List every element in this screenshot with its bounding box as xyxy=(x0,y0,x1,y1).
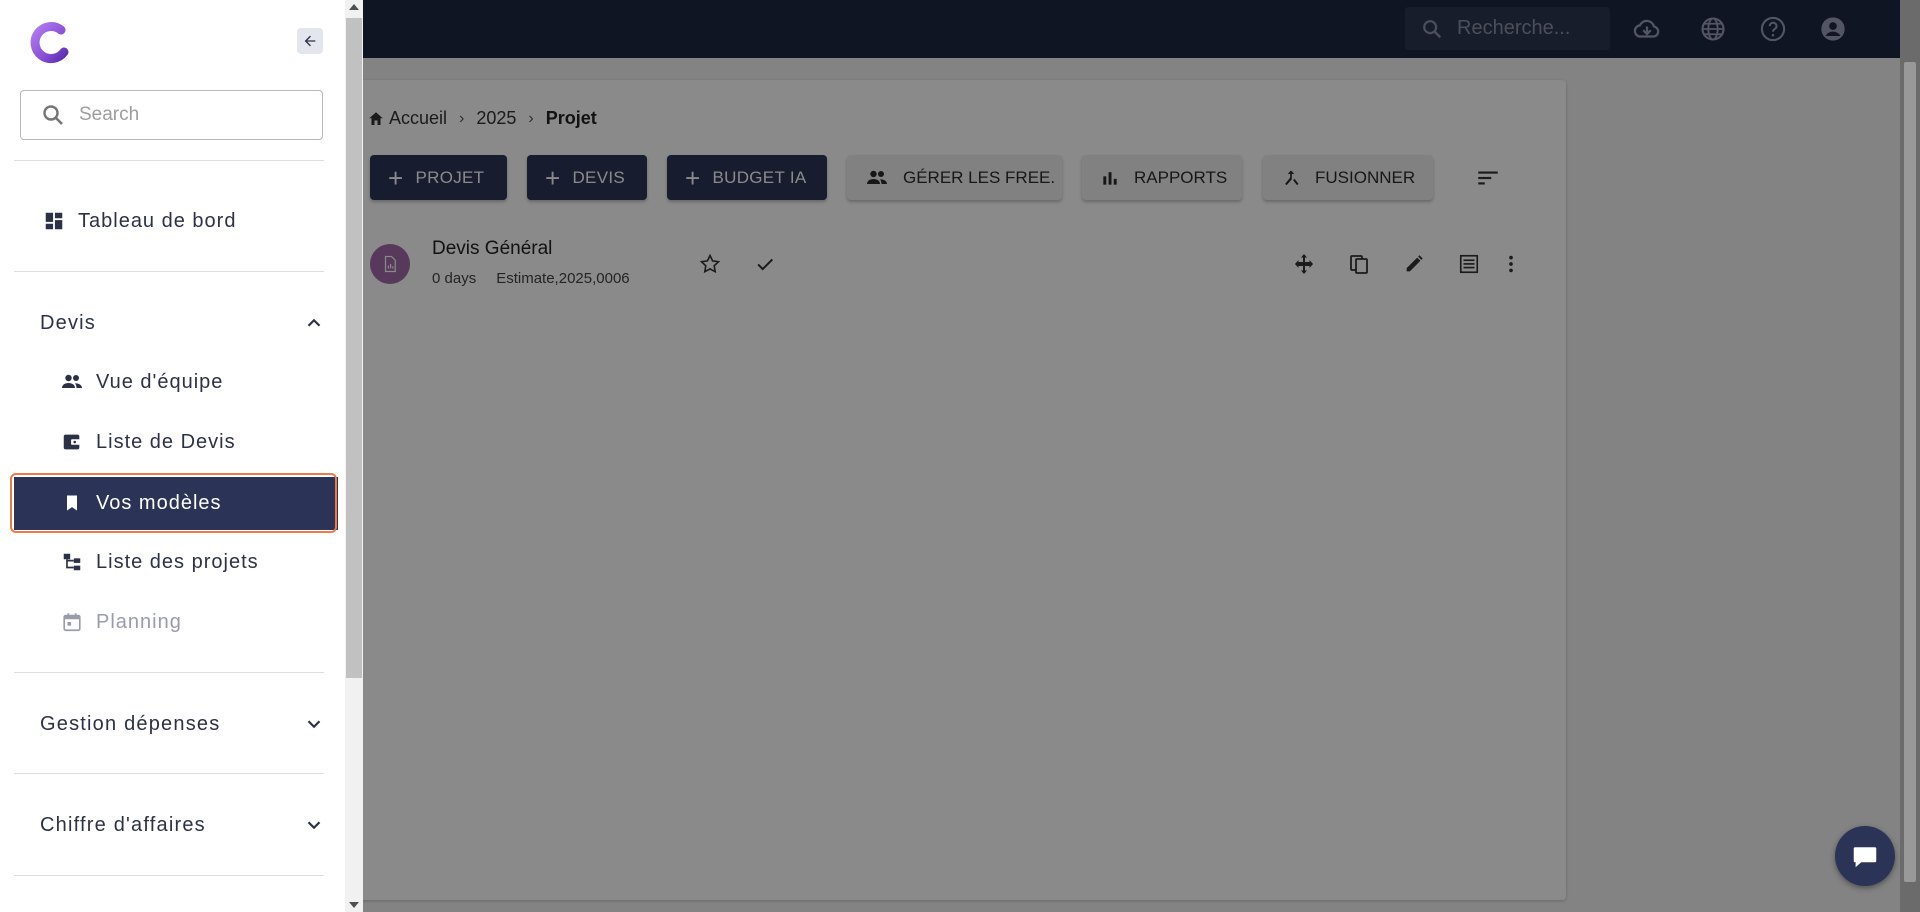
wallet-icon xyxy=(60,430,84,454)
divider xyxy=(14,773,324,774)
arrow-left-icon xyxy=(304,35,316,47)
sidebar-section-label: Devis xyxy=(40,311,97,334)
chevron-up-icon xyxy=(307,318,321,327)
bookmark-icon xyxy=(60,491,84,515)
sidebar-item-dashboard[interactable]: Tableau de bord xyxy=(0,197,345,245)
page-scrollbar-thumb[interactable] xyxy=(1904,62,1916,882)
tree-icon xyxy=(60,550,84,574)
divider xyxy=(14,672,324,673)
collapse-sidebar-button[interactable] xyxy=(297,28,323,54)
sidebar-search-input[interactable]: Search xyxy=(20,90,323,140)
sidebar-section-chiffre-affaires[interactable]: Chiffre d'affaires xyxy=(40,805,325,845)
sidebar-item-projects-list[interactable]: Liste des projets xyxy=(0,538,345,586)
sidebar-item-label: Liste des projets xyxy=(96,550,259,573)
calendar-icon xyxy=(60,610,84,634)
chevron-down-icon xyxy=(307,821,321,830)
scroll-down-arrow-icon[interactable] xyxy=(349,902,359,908)
divider xyxy=(14,271,324,272)
sidebar-item-label: Liste de Devis xyxy=(96,430,236,453)
sidebar-item-team-view[interactable]: Vue d'équipe xyxy=(0,358,345,406)
app-logo xyxy=(28,20,72,64)
sidebar-item-devis-list[interactable]: Liste de Devis xyxy=(0,418,345,466)
sidebar-item-label: Vue d'équipe xyxy=(96,370,224,393)
sidebar-section-label: Chiffre d'affaires xyxy=(40,813,206,836)
scroll-up-arrow-icon[interactable] xyxy=(349,4,359,10)
chevron-down-icon xyxy=(307,720,321,729)
page-scrollbar[interactable] xyxy=(1900,0,1920,912)
chat-icon xyxy=(1853,847,1877,868)
divider xyxy=(14,875,324,876)
search-icon xyxy=(43,105,63,125)
sidebar-section-gestion-depenses[interactable]: Gestion dépenses xyxy=(40,704,325,744)
sidebar-scrollbar-thumb[interactable] xyxy=(346,18,362,678)
sidebar-item-planning[interactable]: Planning xyxy=(0,598,345,646)
sidebar-item-label: Vos modèles xyxy=(96,491,222,514)
dashboard-icon xyxy=(42,209,66,233)
sidebar-item-label: Tableau de bord xyxy=(78,209,237,232)
sidebar-section-label: Gestion dépenses xyxy=(40,712,221,735)
chat-button[interactable] xyxy=(1835,826,1895,886)
sidebar-item-label: Planning xyxy=(96,610,182,633)
sidebar: Search Tableau de bord Devis Vue d'équip… xyxy=(0,0,345,912)
sidebar-scrollbar[interactable] xyxy=(345,0,363,912)
divider xyxy=(14,160,324,161)
sidebar-section-devis[interactable]: Devis xyxy=(40,303,325,343)
group-icon xyxy=(60,370,84,394)
sidebar-item-templates[interactable]: Vos modèles xyxy=(14,478,338,528)
sidebar-search-placeholder: Search xyxy=(79,104,140,125)
